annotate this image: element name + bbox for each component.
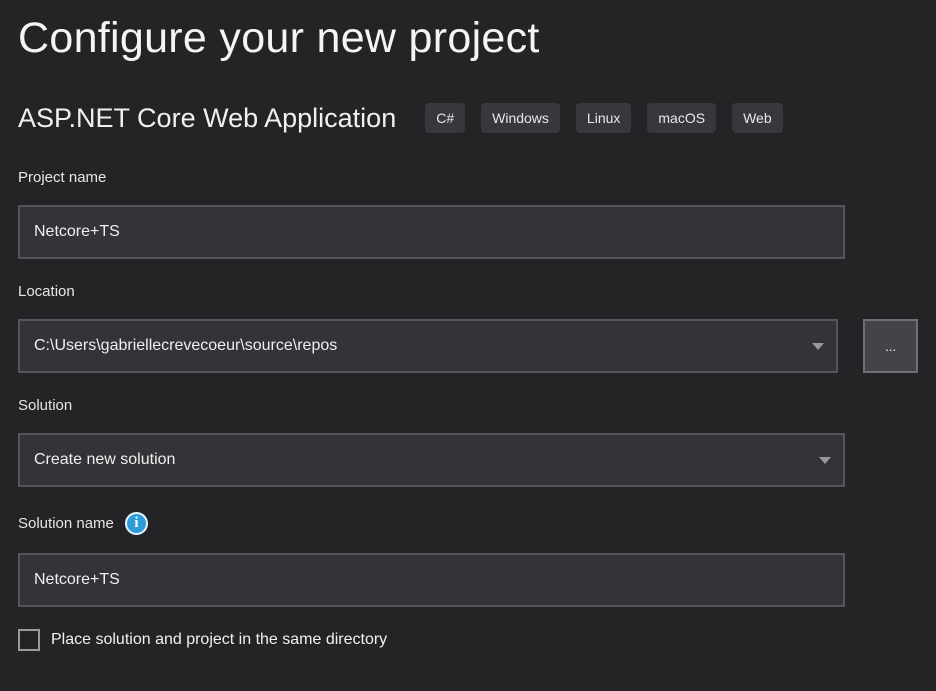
template-header: ASP.NET Core Web Application C# Windows … [18, 102, 918, 134]
page-title: Configure your new project [18, 0, 918, 68]
solution-label: Solution [18, 397, 918, 415]
solution-name-header: Solution name i [18, 512, 918, 535]
template-name: ASP.NET Core Web Application [18, 102, 396, 134]
browse-button[interactable]: ... [863, 319, 918, 373]
tag-macos: macOS [647, 103, 716, 133]
solution-selected-value: Create new solution [20, 435, 843, 485]
solution-dropdown[interactable]: Create new solution [18, 433, 845, 487]
same-directory-label: Place solution and project in the same d… [51, 631, 387, 649]
template-tag-list: C# Windows Linux macOS Web [425, 103, 782, 133]
project-name-input[interactable] [18, 205, 845, 259]
info-icon[interactable]: i [125, 512, 148, 535]
chevron-down-icon[interactable] [812, 343, 824, 350]
tag-windows: Windows [481, 103, 560, 133]
project-name-label: Project name [18, 169, 918, 187]
same-directory-checkbox[interactable] [18, 629, 40, 651]
chevron-down-icon[interactable] [819, 457, 831, 464]
configure-project-dialog: Configure your new project ASP.NET Core … [0, 0, 936, 651]
solution-name-input[interactable] [18, 553, 845, 607]
tag-web: Web [732, 103, 783, 133]
location-input[interactable] [20, 321, 836, 371]
tag-linux: Linux [576, 103, 631, 133]
location-label: Location [18, 283, 918, 301]
tag-csharp: C# [425, 103, 465, 133]
same-directory-row: Place solution and project in the same d… [18, 629, 918, 651]
location-row: ... [18, 319, 918, 373]
solution-name-label: Solution name [18, 515, 114, 533]
location-combobox[interactable] [18, 319, 838, 373]
